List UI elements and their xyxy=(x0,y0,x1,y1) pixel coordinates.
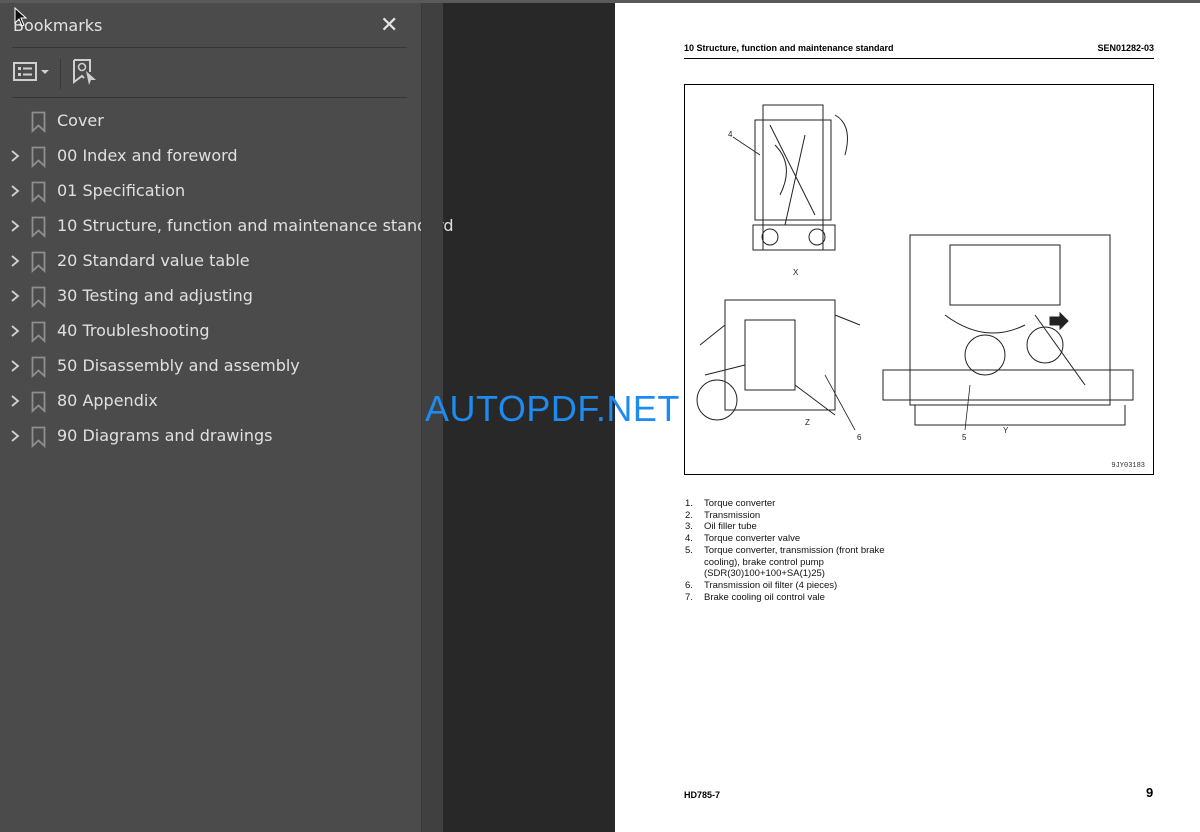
drawing-illustration: X Z Y 4 6 5 xyxy=(696,104,1134,442)
bookmarks-panel: Bookmarks ✕ Cover 00 Index and foreword 01… xyxy=(0,3,454,832)
bookmark-item[interactable]: 00 Index and foreword xyxy=(0,140,420,175)
legend-number: 6. xyxy=(685,579,693,591)
bookmark-icon xyxy=(31,286,46,308)
legend-text: cooling), brake control pump xyxy=(704,556,824,568)
bookmark-icon xyxy=(31,321,46,343)
legend-text: Torque converter xyxy=(704,498,776,509)
bookmark-label: 40 Troubleshooting xyxy=(57,321,210,340)
legend-number xyxy=(685,557,704,569)
mouse-cursor-icon xyxy=(14,7,28,27)
legend-number: 5. xyxy=(685,544,693,556)
bookmark-item[interactable]: 20 Standard value table xyxy=(0,245,420,280)
watermark: AUTOPDF.NET xyxy=(425,388,680,429)
legend-text: Transmission xyxy=(704,509,761,521)
bookmark-item[interactable]: 40 Troubleshooting xyxy=(0,315,420,350)
legend-item: 1. Torque converter xyxy=(685,498,885,510)
view-label-z: Z xyxy=(805,418,810,427)
bookmark-label: 00 Index and foreword xyxy=(57,146,238,165)
bookmark-label: 50 Disassembly and assembly xyxy=(57,356,300,375)
bookmark-icon xyxy=(31,216,46,238)
bookmark-item[interactable]: 50 Disassembly and assembly xyxy=(0,350,420,385)
legend-text: Brake cooling oil control vale xyxy=(704,591,825,603)
bookmark-label: Cover xyxy=(57,111,104,130)
view-x xyxy=(752,104,848,251)
divider xyxy=(12,97,407,98)
pdf-page: 10 Structure, function and maintenance s… xyxy=(615,3,1200,832)
legend-number: 7. xyxy=(685,591,693,603)
bookmark-label: 90 Diagrams and drawings xyxy=(57,426,273,445)
bookmark-icon xyxy=(31,356,46,378)
chevron-right-icon[interactable] xyxy=(9,289,21,303)
bookmark-label: 20 Standard value table xyxy=(57,251,250,270)
bookmark-icon xyxy=(31,251,46,273)
bookmark-item[interactable]: 30 Testing and adjusting xyxy=(0,280,420,315)
list-options-button[interactable] xyxy=(13,61,53,87)
figure-legend: 1. Torque converter 2. Transmission 3. Oil fi… xyxy=(685,498,885,603)
legend-text: Torque converter, transmission (front br… xyxy=(704,544,885,556)
bookmark-label: 30 Testing and adjusting xyxy=(57,286,253,305)
bookmark-icon xyxy=(31,181,46,203)
view-z xyxy=(696,299,861,421)
chevron-right-icon[interactable] xyxy=(9,149,21,163)
bookmark-item[interactable]: Cover xyxy=(0,105,420,140)
legend-text: Transmission oil filter (4 pieces) xyxy=(704,579,838,591)
legend-number: 1. xyxy=(685,498,693,509)
chevron-right-icon[interactable] xyxy=(9,184,21,198)
page-header-code: SEN01282-03 xyxy=(1097,43,1154,53)
close-icon[interactable]: ✕ xyxy=(380,13,398,38)
legend-number: 2. xyxy=(685,509,693,521)
callout-4: 4 xyxy=(728,130,733,139)
legend-item: (SDR(30)100+100+SA(1)25) xyxy=(685,568,885,580)
bookmark-label: 10 Structure, function and maintenance s… xyxy=(57,216,454,235)
view-label-x: X xyxy=(793,268,799,277)
chevron-right-icon[interactable] xyxy=(9,254,21,268)
bookmark-icon xyxy=(31,111,46,133)
chevron-right-icon[interactable] xyxy=(9,394,21,408)
bookmark-item[interactable]: 10 Structure, function and maintenance s… xyxy=(0,210,454,245)
legend-item: 2. Transmission xyxy=(685,510,885,522)
chevron-right-icon[interactable] xyxy=(9,324,21,338)
legend-item: 5. Torque converter, transmission (front … xyxy=(685,545,885,557)
divider xyxy=(12,47,407,48)
list-options-icon xyxy=(13,62,49,81)
legend-number: 3. xyxy=(685,521,693,533)
bookmark-item[interactable]: 80 Appendix xyxy=(0,385,420,420)
find-bookmark-button[interactable] xyxy=(72,58,98,90)
legend-item: 7. Brake cooling oil control vale xyxy=(685,592,885,604)
legend-number xyxy=(685,568,704,580)
legend-item: cooling), brake control pump xyxy=(685,557,885,569)
bookmark-label: 01 Specification xyxy=(57,181,186,200)
legend-number: 4. xyxy=(685,533,693,545)
legend-text: Oil filler tube xyxy=(704,521,757,533)
callout-5: 5 xyxy=(962,433,967,442)
legend-item: 4. Torque converter valve xyxy=(685,533,885,545)
bookmark-icon xyxy=(31,391,46,413)
bookmark-icon xyxy=(31,426,46,448)
technical-drawing: X Z Y 4 6 5 9JY03183 xyxy=(684,84,1154,475)
figure-code: 9JY03183 xyxy=(1111,462,1145,470)
chevron-right-icon[interactable] xyxy=(9,429,21,443)
view-label-y: Y xyxy=(1003,426,1009,435)
chevron-right-icon[interactable] xyxy=(9,359,21,373)
header-rule xyxy=(684,58,1154,59)
bookmark-label: 80 Appendix xyxy=(57,391,158,410)
view-y xyxy=(882,234,1134,426)
page-footer-model: HD785-7 xyxy=(684,790,721,800)
legend-text: (SDR(30)100+100+SA(1)25) xyxy=(704,568,825,580)
bookmark-icon xyxy=(31,146,46,168)
page-number: 9 xyxy=(1146,785,1154,800)
bookmark-find-icon xyxy=(73,59,96,85)
legend-item: 6. Transmission oil filter (4 pieces) xyxy=(685,580,885,592)
bookmark-item[interactable]: 01 Specification xyxy=(0,175,420,210)
callout-6: 6 xyxy=(857,433,862,442)
chevron-right-icon[interactable] xyxy=(9,219,21,233)
legend-text: Torque converter valve xyxy=(704,533,801,545)
bookmark-item[interactable]: 90 Diagrams and drawings xyxy=(0,420,420,455)
legend-item: 3. Oil filler tube xyxy=(685,521,885,533)
toolbar-divider xyxy=(60,59,61,89)
page-header-title: 10 Structure, function and maintenance s… xyxy=(684,43,894,53)
